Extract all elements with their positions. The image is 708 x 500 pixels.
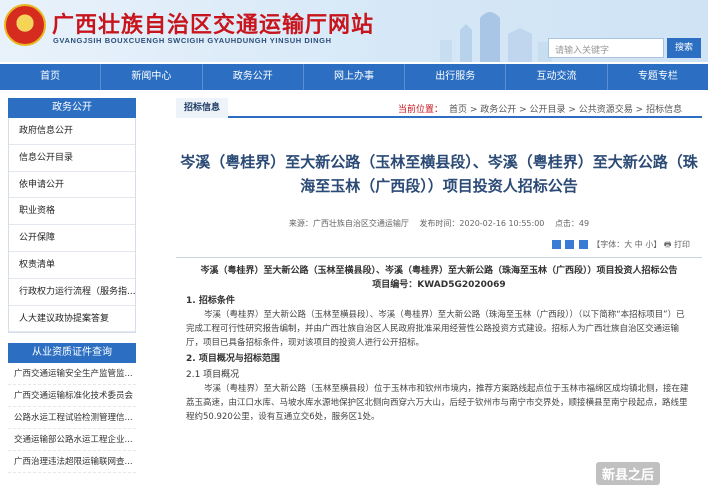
print-icon[interactable]: 🖶: [664, 240, 672, 249]
nav-gov-info[interactable]: 政务公开: [203, 64, 304, 90]
article-meta: 来源：广西壮族自治区交通运输厅 发布时间：2020-02-16 10:55:00…: [176, 218, 702, 229]
article-views: 点击：49: [554, 219, 590, 228]
site-subtitle: GVANGJSIH BOUXCUENGH SWCIGIH GYAUHDUNGH …: [53, 36, 332, 45]
section-tab[interactable]: 招标信息: [176, 98, 229, 118]
search-input[interactable]: 请输入关键字: [548, 38, 664, 58]
national-emblem-icon: ★: [4, 4, 46, 46]
font-size-switch[interactable]: 【字体：大 中 小】: [592, 240, 661, 249]
sidebar-list: 政府信息公开 信息公开目录 依申请公开 职业资格 公开保障 权责清单 行政权力运…: [8, 118, 136, 334]
nav-special-topics[interactable]: 专题专栏: [608, 64, 708, 90]
breadcrumb-path[interactable]: 首页 > 政务公开 > 公开目录 > 公共资源交易 > 招标信息: [449, 105, 682, 115]
sidebar-section-title-2: 从业资质证件查询: [8, 343, 136, 364]
article-source: 来源：广西壮族自治区交通运输厅: [288, 219, 409, 228]
search-button[interactable]: 搜索: [667, 38, 701, 58]
sidebar-item[interactable]: 信息公开目录: [9, 145, 135, 172]
section-heading: 2. 项目概况与招标范围: [186, 354, 280, 364]
sidebar-item[interactable]: 职业资格: [9, 198, 135, 226]
main-content: 招标信息 当前位置： 首页 > 政务公开 > 公开目录 > 公共资源交易 > 招标…: [176, 98, 702, 430]
project-code: 项目编号：KWAD5G2020069: [372, 280, 506, 290]
skyline-decoration-icon: [440, 12, 552, 62]
sidebar-link[interactable]: 交通运输部公路水运工程企业...: [8, 429, 136, 452]
section-heading: 1. 招标条件: [186, 296, 235, 306]
paragraph: 岑溪（粤桂界）至大新公路（玉林至横县段）位于玉林市和钦州市境内，推荐方案路线起点…: [186, 384, 689, 422]
nav-news[interactable]: 新闻中心: [101, 64, 203, 90]
sidebar: 政务公开 政府信息公开 信息公开目录 依申请公开 职业资格 公开保障 权责清单 …: [8, 98, 136, 474]
nav-home[interactable]: 首页: [0, 64, 102, 90]
subsection-heading: 2.1 项目概况: [186, 370, 240, 380]
sidebar-section-title: 政务公开: [8, 98, 136, 118]
breadcrumb-bar: 招标信息 当前位置： 首页 > 政务公开 > 公开目录 > 公共资源交易 > 招标…: [176, 98, 702, 118]
article-body: 岑溪（粤桂界）至大新公路（玉林至横县段）、岑溪（粤桂界）至大新公路（珠海至玉林（…: [176, 258, 702, 430]
site-title[interactable]: 广西壮族自治区交通运输厅网站: [52, 7, 374, 39]
share-icon[interactable]: [551, 240, 561, 249]
sidebar-item[interactable]: 政府信息公开: [9, 118, 135, 145]
sidebar-item[interactable]: 权责清单: [9, 252, 135, 279]
sidebar-link[interactable]: 公路水运工程试验检测管理信...: [8, 407, 136, 430]
watermark: 新县之后: [596, 462, 661, 485]
breadcrumb-label: 当前位置：: [398, 105, 444, 115]
article-tools: 【字体：大 中 小】 🖶 打印: [176, 239, 702, 251]
article-publish-time: 发布时间：2020-02-16 10:55:00: [419, 219, 545, 228]
print-button[interactable]: 打印: [674, 240, 690, 249]
main-nav: 首页 新闻中心 政务公开 网上办事 出行服务 互动交流 专题专栏: [0, 64, 708, 90]
sidebar-link[interactable]: 广西治理违法超限运输联网查...: [8, 451, 136, 474]
sidebar-item[interactable]: 人大建议政协提案答复: [9, 306, 135, 333]
sidebar-item[interactable]: 行政权力运行流程（服务指...: [9, 279, 135, 306]
breadcrumb: 当前位置： 首页 > 政务公开 > 公开目录 > 公共资源交易 > 招标信息: [398, 102, 682, 115]
nav-interaction[interactable]: 互动交流: [506, 64, 608, 90]
sidebar-item[interactable]: 公开保障: [9, 225, 135, 252]
share-wechat-icon[interactable]: [578, 240, 588, 249]
site-header: ★ 广西壮族自治区交通运输厅网站 GVANGJSIH BOUXCUENGH SW…: [0, 0, 708, 62]
sidebar-item[interactable]: 依申请公开: [9, 172, 135, 199]
sidebar-link[interactable]: 广西交通运输标准化技术委员会: [8, 385, 136, 408]
body-title: 岑溪（粤桂界）至大新公路（玉林至横县段）、岑溪（粤桂界）至大新公路（珠海至玉林（…: [200, 266, 678, 276]
nav-travel[interactable]: 出行服务: [405, 64, 507, 90]
article-title: 岑溪（粤桂界）至大新公路（玉林至横县段）、岑溪（粤桂界）至大新公路（珠海至玉林（…: [180, 153, 698, 195]
nav-online-service[interactable]: 网上办事: [304, 64, 406, 90]
paragraph: 岑溪（粤桂界）至大新公路（玉林至横县段）、岑溪（粤桂界）至大新公路（珠海至玉林（…: [186, 310, 685, 348]
share-weibo-icon[interactable]: [565, 240, 575, 249]
sidebar-link[interactable]: 广西交通运输安全生产监管监...: [8, 363, 136, 386]
